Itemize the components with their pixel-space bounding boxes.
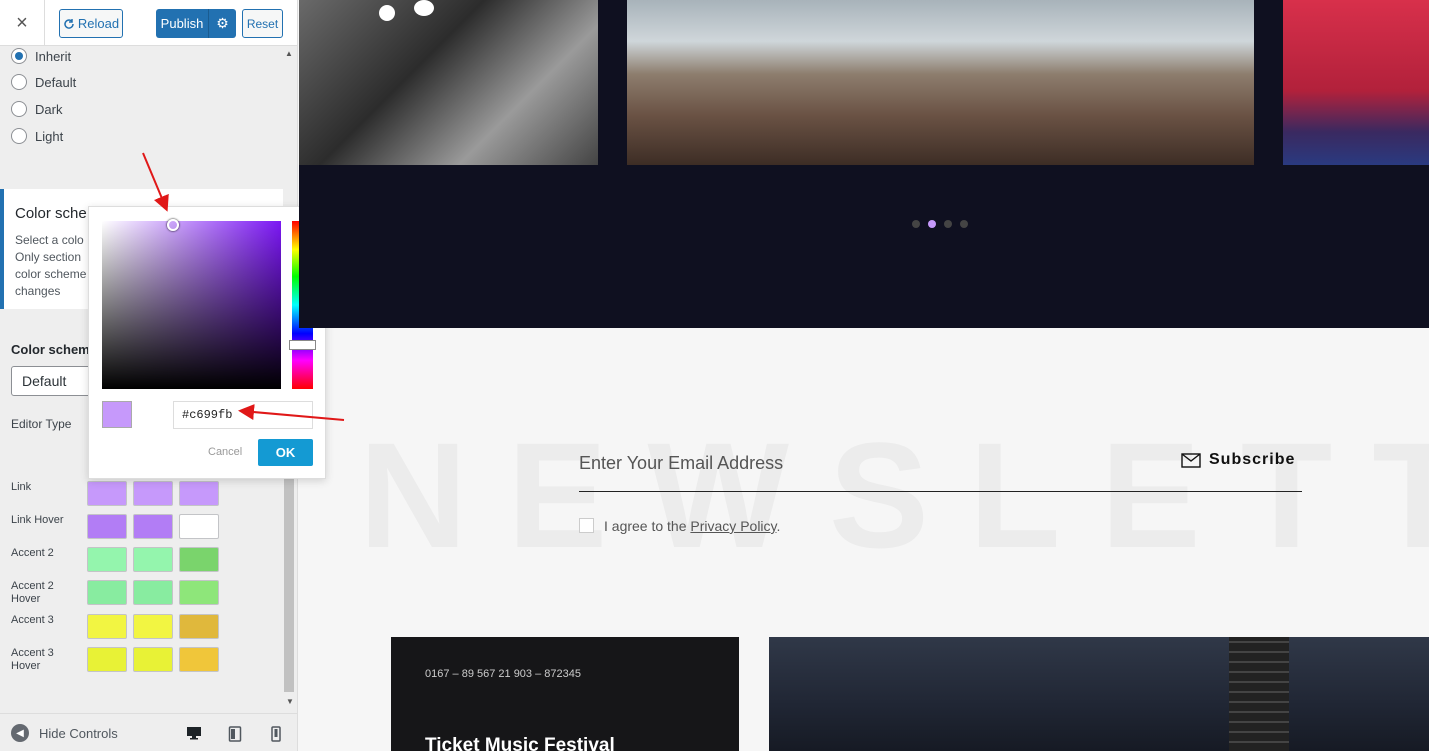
editor-type-label: Editor Type [11,417,72,431]
saturation-handle[interactable] [167,219,179,231]
pagination-dot[interactable] [912,220,920,228]
mobile-icon[interactable] [271,726,281,742]
publish-settings-button[interactable]: ⚙ [208,9,236,38]
radio-button[interactable] [11,128,27,144]
color-swatch[interactable] [87,481,127,506]
swatch-label: Link [11,481,32,493]
publish-label: Publish [160,16,204,31]
agree-suffix: . [776,518,781,534]
section-title: Color sche [15,205,87,222]
scroll-up-arrow-icon[interactable]: ▲ [285,49,293,58]
color-swatch[interactable] [87,514,127,539]
section-description: Select a colo Only section color scheme … [15,233,87,298]
reload-icon [64,18,74,29]
radio-label: Inherit [35,48,72,64]
radio-button[interactable] [11,101,27,117]
color-swatch[interactable] [179,647,219,672]
event-card: 0167 – 89 567 21 903 – 872345 Ticket Mus… [391,637,739,751]
color-swatch[interactable] [179,514,219,539]
radio-label: Default [35,74,77,90]
color-swatch[interactable] [87,580,127,605]
radio-label: Light [35,128,64,144]
email-underline [579,491,1302,492]
close-icon: × [16,11,28,34]
pagination-dot[interactable] [960,220,968,228]
reload-button[interactable]: Reload [59,9,123,38]
color-swatch[interactable] [133,481,173,506]
desktop-icon[interactable] [186,726,202,740]
card-title: Ticket Music Festival [425,735,615,751]
color-swatch[interactable] [179,614,219,639]
color-swatch[interactable] [133,647,173,672]
radio-button[interactable] [11,48,27,64]
radio-label: Dark [35,101,63,117]
color-swatch[interactable] [179,481,219,506]
cancel-button[interactable]: Cancel [208,446,242,458]
color-swatch[interactable] [133,514,173,539]
color-swatch[interactable] [87,547,127,572]
tablet-icon[interactable] [228,726,242,742]
agree-checkbox[interactable] [579,518,594,533]
customizer-footer: ◀ Hide Controls [0,713,297,751]
agree-text: I agree to the Privacy Policy. [604,518,780,534]
privacy-policy-link[interactable]: Privacy Policy [690,518,776,534]
close-button[interactable]: × [0,0,45,46]
ok-label: OK [275,445,296,460]
color-swatch[interactable] [133,547,173,572]
agree-label: I agree to the [604,518,687,534]
color-swatch[interactable] [179,547,219,572]
concert-image [769,637,1429,751]
scroll-down-arrow-icon[interactable]: ▼ [286,697,294,706]
radio-dark[interactable]: Dark [11,100,62,118]
scrollbar-thumb[interactable] [284,470,294,692]
gallery-image [299,0,598,165]
reset-button[interactable]: Reset [242,9,283,38]
publish-button[interactable]: Publish [156,9,208,38]
gear-icon: ⚙ [216,15,229,31]
color-swatch[interactable] [87,647,127,672]
color-swatch[interactable] [179,580,219,605]
gallery-image [627,0,1254,165]
color-swatch[interactable] [133,580,173,605]
pagination-dot[interactable] [944,220,952,228]
saturation-value-field[interactable] [102,221,281,389]
speaker-tower [1229,637,1289,751]
collapse-icon: ◀ [11,724,29,742]
pagination-dot-active[interactable] [928,220,936,228]
subscribe-label: Subscribe [1209,451,1296,468]
slider-pagination [912,220,968,228]
radio-inherit[interactable]: Inherit [11,47,71,65]
customizer-header: × Reload Publish ⚙ Reset [0,0,297,46]
subscribe-button[interactable]: Subscribe [1181,451,1295,469]
swatch-label: Accent 2 [11,547,54,559]
newsletter-background-text: NEWSLETTER [359,411,1429,579]
color-picker-popup: Cancel OK [88,206,326,479]
radio-default[interactable]: Default [11,73,76,91]
hex-input[interactable] [173,401,313,429]
radio-light[interactable]: Light [11,127,63,145]
mail-icon [1181,452,1201,468]
swatch-label: Accent 2 Hover [11,580,54,605]
swatch-label: Accent 3 [11,614,54,626]
color-swatch[interactable] [87,614,127,639]
swatch-label: Link Hover [11,514,64,526]
radio-button[interactable] [11,74,27,90]
color-swatch[interactable] [133,614,173,639]
card-phone: 0167 – 89 567 21 903 – 872345 [425,668,581,680]
gallery-image [1283,0,1429,165]
color-scheme-label: Color schem [11,342,90,357]
hide-controls-button[interactable]: ◀ Hide Controls [11,724,118,742]
site-preview: NEWSLETTER Enter Your Email Address Subs… [299,0,1429,751]
color-preview [102,401,132,428]
reset-label: Reset [246,16,279,31]
reload-label: Reload [77,16,120,31]
swatch-label: Accent 3 Hover [11,647,54,672]
email-input[interactable]: Enter Your Email Address [579,453,783,474]
hide-controls-label: Hide Controls [39,725,118,741]
